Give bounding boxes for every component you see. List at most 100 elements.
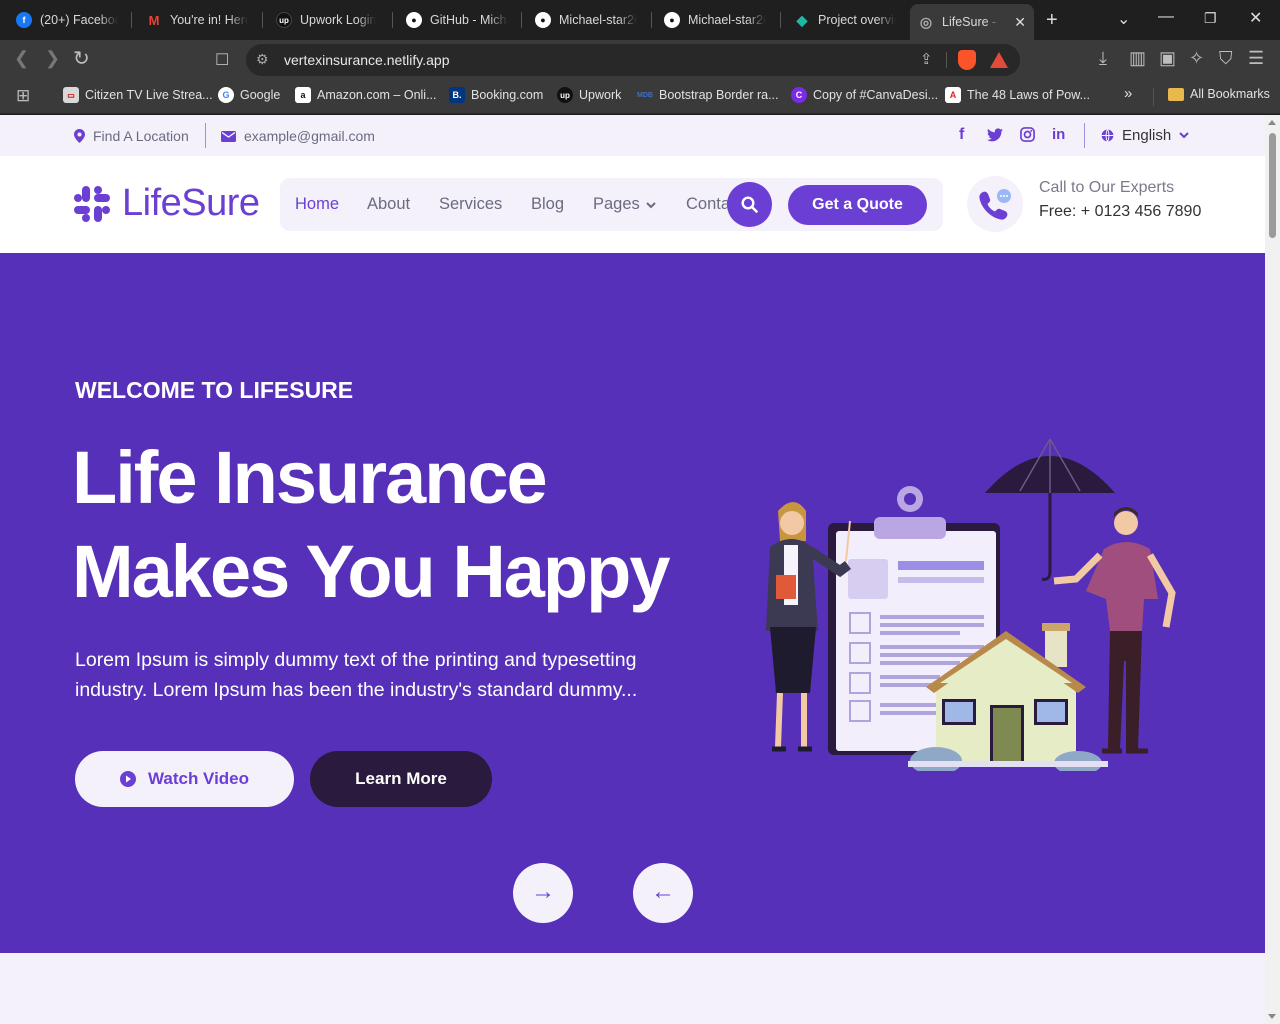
learn-more-button[interactable]: Learn More <box>310 751 492 807</box>
tab-search-chevron-icon[interactable]: ⌄ <box>1117 9 1130 29</box>
browser-tab[interactable]: M You're in! Here <box>138 6 256 34</box>
google-icon: G <box>218 87 234 103</box>
upwork-icon: up <box>557 87 573 103</box>
search-button[interactable] <box>727 182 772 227</box>
address-bar[interactable]: ⚙ vertexinsurance.netlify.app ⇪ <box>246 44 1020 76</box>
wallet-icon[interactable]: ▣ <box>1159 48 1176 69</box>
download-icon[interactable]: ⤓ <box>1099 48 1107 69</box>
bookmark-label: Upwork <box>579 88 622 102</box>
reload-icon[interactable]: ↻ <box>73 46 90 71</box>
facebook-icon[interactable]: f <box>959 126 964 144</box>
brave-rewards-icon[interactable] <box>990 52 1008 68</box>
all-bookmarks-folder[interactable]: All Bookmarks <box>1168 87 1270 101</box>
browser-toolbar: ❮ ❯ ↻ ☐ ⚙ vertexinsurance.netlify.app ⇪ … <box>0 40 1280 80</box>
play-circle-icon <box>119 771 136 787</box>
brave-shields-icon[interactable] <box>958 50 976 70</box>
upwork-icon: up <box>276 12 292 28</box>
email-text: example@gmail.com <box>244 128 375 144</box>
tab-title: GitHub - Micha <box>430 13 508 27</box>
top-info-bar: Find A Location example@gmail.com f in E… <box>0 115 1265 156</box>
brand-logo[interactable]: LifeSure <box>74 182 260 225</box>
acrobat-icon: A <box>945 87 961 103</box>
browser-tab[interactable]: ● GitHub - Micha <box>398 6 516 34</box>
nav-link-blog[interactable]: Blog <box>531 195 564 214</box>
nav-link-about[interactable]: About <box>367 195 410 214</box>
email-link[interactable]: example@gmail.com <box>221 128 375 144</box>
linkedin-icon[interactable]: in <box>1052 126 1065 143</box>
browser-tab[interactable]: ● Michael-star26 <box>527 6 645 34</box>
gmail-icon: M <box>148 12 160 28</box>
nav-menu: Home About Services Blog Pages Contact G… <box>280 178 943 231</box>
sidebar-icon[interactable]: ▥ <box>1129 48 1146 69</box>
main-navbar: LifeSure Home About Services Blog Pages … <box>0 156 1265 253</box>
page-viewport: Find A Location example@gmail.com f in E… <box>0 115 1265 1024</box>
bookmark-label: Booking.com <box>471 88 544 102</box>
bookmark-item[interactable]: a Amazon.com – Onli... <box>295 87 437 103</box>
nav-link-home[interactable]: Home <box>295 195 339 214</box>
location-text: Find A Location <box>93 128 189 144</box>
hero-description: Lorem Ipsum is simply dummy text of the … <box>75 649 638 701</box>
bookmark-item[interactable]: MDB Bootstrap Border ra... <box>637 87 779 103</box>
browser-tab[interactable]: ◆ Project overvie <box>786 6 904 34</box>
restore-icon[interactable]: ❐ <box>1204 10 1217 27</box>
bookmark-item[interactable]: A The 48 Laws of Pow... <box>945 87 1090 103</box>
url-text[interactable]: vertexinsurance.netlify.app <box>284 52 450 68</box>
nav-link-services[interactable]: Services <box>439 195 502 214</box>
bookmark-label: Citizen TV Live Strea... <box>85 88 213 102</box>
tab-title: LifeSure - I <box>942 15 1001 29</box>
site-info-icon[interactable]: ⚙ <box>256 51 269 68</box>
chevron-down-icon <box>1179 132 1189 139</box>
tab-title: Project overvie <box>818 13 896 27</box>
instagram-icon[interactable] <box>1020 127 1035 142</box>
browser-tab-active[interactable]: ◎ LifeSure - I ✕ <box>910 4 1034 40</box>
bookmark-item[interactable]: C Copy of #CanvaDesi... <box>791 87 938 103</box>
back-icon[interactable]: ❮ <box>14 48 29 69</box>
hero-eyebrow: WELCOME TO LIFESURE <box>75 377 354 403</box>
leo-ai-icon[interactable]: ✧ <box>1189 48 1204 69</box>
envelope-icon <box>221 130 236 142</box>
browser-tab[interactable]: f (20+) Facebook <box>8 6 126 34</box>
github-icon: ● <box>406 12 422 28</box>
bookmark-label: Bootstrap Border ra... <box>659 88 779 102</box>
page-scrollbar[interactable] <box>1265 115 1280 1024</box>
forward-icon[interactable]: ❯ <box>45 48 60 69</box>
more-bookmarks-icon[interactable]: » <box>1124 85 1132 102</box>
window-close-icon[interactable]: ✕ <box>1249 8 1262 28</box>
nav-link-pages[interactable]: Pages <box>593 195 640 214</box>
bookmark-label: All Bookmarks <box>1190 87 1270 101</box>
canva-icon: C <box>791 87 807 103</box>
find-location-link[interactable]: Find A Location <box>74 128 189 144</box>
minimize-icon[interactable]: — <box>1158 8 1174 26</box>
chevron-down-icon[interactable] <box>646 202 656 209</box>
menu-icon[interactable]: ☰ <box>1248 48 1264 69</box>
hero-section: WELCOME TO LIFESURE Life Insurance Makes… <box>0 253 1265 953</box>
get-quote-button[interactable]: Get a Quote <box>788 185 927 225</box>
github-icon: ● <box>664 12 680 28</box>
apps-grid-icon[interactable]: ⊞ <box>16 86 30 106</box>
close-tab-icon[interactable]: ✕ <box>1014 14 1026 31</box>
bookmark-item[interactable]: ▭ Citizen TV Live Strea... <box>63 87 213 103</box>
amazon-icon: a <box>295 87 311 103</box>
bookmark-item[interactable]: B. Booking.com <box>449 87 543 103</box>
citizen-tv-icon: ▭ <box>63 87 79 103</box>
call-button[interactable] <box>967 176 1023 232</box>
twitter-icon[interactable] <box>987 128 1003 142</box>
tab-title: Michael-star26 <box>559 13 637 27</box>
bookmark-icon[interactable]: ☐ <box>215 50 229 70</box>
carousel-prev-button[interactable]: ← <box>633 863 693 923</box>
vpn-icon[interactable]: ⛉ <box>1219 48 1233 69</box>
browser-tab[interactable]: up Upwork Login <box>268 6 386 34</box>
language-selector[interactable]: English <box>1101 127 1189 144</box>
share-icon[interactable]: ⇪ <box>920 50 933 68</box>
globe-icon <box>1101 129 1114 142</box>
watch-video-button[interactable]: Watch Video <box>75 751 294 807</box>
bookmark-item[interactable]: up Upwork <box>557 87 621 103</box>
new-tab-icon[interactable]: + <box>1046 9 1058 32</box>
bookmark-item[interactable]: G Google <box>218 87 280 103</box>
phone-number[interactable]: Free: + 0123 456 7890 <box>1039 203 1201 221</box>
carousel-next-button[interactable]: → <box>513 863 573 923</box>
bookmark-label: Google <box>240 88 281 102</box>
browser-tab[interactable]: ● Michael-star26 <box>656 6 774 34</box>
search-icon <box>741 196 758 213</box>
scrollbar-thumb[interactable] <box>1269 133 1276 238</box>
